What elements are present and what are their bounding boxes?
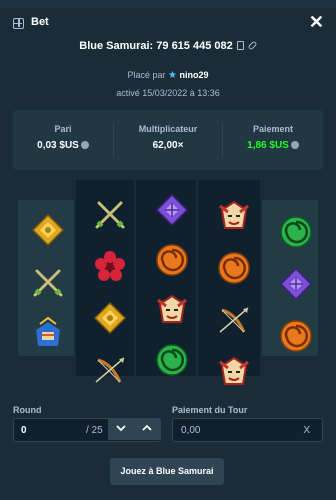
samurai-mask-icon	[216, 354, 252, 390]
slot-board	[18, 178, 318, 385]
orange-spiral-icon	[278, 318, 314, 354]
placed-by-label: Placé par	[127, 70, 166, 80]
coin-icon	[80, 141, 89, 149]
purple-diamond-icon	[278, 266, 314, 302]
stat-bet-amount: 0,03 $US	[37, 140, 79, 151]
coin-icon	[290, 141, 299, 149]
chevron-down-icon	[116, 425, 126, 432]
copy-icon[interactable]	[236, 41, 244, 50]
purple-diamond-icon	[154, 192, 190, 228]
samurai-mask-icon	[216, 198, 252, 234]
username-link[interactable]: nino29	[180, 70, 209, 80]
stat-bet-value: 0,03 $US	[13, 140, 113, 151]
gold-diamond-icon	[92, 300, 128, 336]
reel-divider	[196, 180, 198, 376]
crossed-swords-icon	[92, 196, 128, 232]
round-up-button[interactable]	[134, 419, 160, 440]
reel-divider	[134, 180, 136, 376]
round-payout-field[interactable]: 0,00 X	[172, 418, 323, 442]
chevron-up-icon	[142, 424, 152, 431]
round-input[interactable]: 0 / 25	[13, 418, 161, 442]
clear-icon[interactable]: X	[303, 425, 310, 436]
green-spiral-icon	[154, 342, 190, 378]
stat-payout-value: 1,86 $US	[223, 140, 323, 151]
bow-arrow-icon	[216, 302, 252, 338]
stat-payout: Paiement 1,86 $US	[223, 110, 323, 170]
stat-multiplier-value: 62,00×	[152, 140, 184, 151]
stat-bet: Pari 0,03 $US	[13, 110, 113, 170]
gold-diamond-icon	[30, 212, 66, 248]
round-payout-value: 0,00	[181, 425, 201, 436]
round-label: Round	[13, 405, 42, 415]
crossed-swords-icon	[30, 264, 66, 300]
stats-panel: Pari 0,03 $US Multiplicateur 62,00× Paie…	[13, 110, 323, 170]
bet-icon	[13, 18, 24, 29]
bet-id-title: Blue Samurai: 79 615 445 082	[0, 40, 336, 52]
round-payout-label: Paiement du Tour	[172, 405, 248, 415]
round-total: / 25	[86, 425, 103, 436]
close-button[interactable]: ✕	[309, 12, 324, 32]
play-game-button[interactable]: Jouez à Blue Samurai	[110, 458, 224, 485]
modal-header: Bet ✕	[0, 8, 336, 38]
bow-arrow-icon	[92, 352, 128, 388]
placed-by: Placé par ★ nino29	[0, 70, 336, 81]
orange-spiral-icon	[154, 242, 190, 278]
blue-samurai-icon	[30, 316, 66, 352]
modal-title: Bet	[31, 16, 49, 28]
stat-payout-amount: 1,86 $US	[247, 140, 289, 151]
orange-spiral-icon	[216, 250, 252, 286]
green-spiral-icon	[278, 214, 314, 250]
link-icon[interactable]	[247, 40, 258, 51]
activation-date: activé 15/03/2022 à 13:36	[116, 88, 220, 98]
samurai-mask-icon	[154, 292, 190, 328]
round-down-button[interactable]	[108, 419, 134, 440]
red-flower-icon	[92, 248, 128, 284]
bet-id-text: Blue Samurai: 79 615 445 082	[79, 40, 233, 52]
stat-multiplier: Multiplicateur 62,00×	[114, 110, 222, 170]
stat-multiplier-label: Multiplicateur	[138, 124, 198, 134]
stat-bet-label: Pari	[54, 124, 72, 134]
vip-star-icon: ★	[168, 70, 177, 81]
round-value[interactable]: 0	[21, 425, 27, 436]
stat-payout-label: Paiement	[252, 124, 294, 134]
top-strip	[0, 0, 336, 8]
